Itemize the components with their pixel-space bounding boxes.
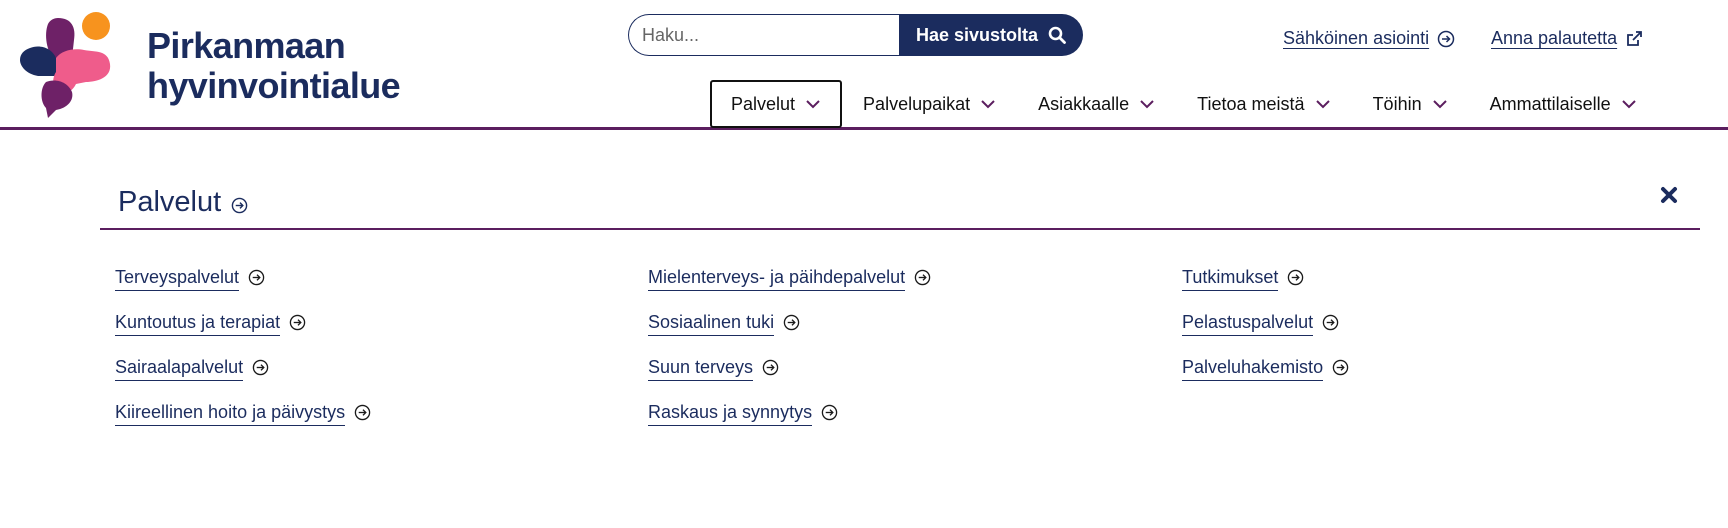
chevron-down-icon — [981, 100, 995, 109]
nav-item-label: Asiakkaalle — [1038, 93, 1130, 114]
link-mielenterveys[interactable]: Mielenterveys- ja päihdepalvelut — [648, 266, 931, 311]
arrow-circle-icon — [1288, 269, 1304, 286]
arrow-circle-icon — [783, 314, 800, 331]
link-suun-terveys[interactable]: Suun terveys — [648, 356, 931, 401]
search-button-label: Hae sivustolta — [915, 24, 1039, 45]
feedback-label: Anna palautetta — [1491, 28, 1618, 48]
search-button[interactable]: Hae sivustolta — [899, 14, 1083, 56]
site-header: Pirkanmaan hyvinvointialue Hae sivustolt… — [0, 0, 1728, 130]
chevron-down-icon — [1140, 100, 1154, 109]
link-kiireellinen-hoito[interactable]: Kiireellinen hoito ja päivystys — [115, 401, 371, 446]
arrow-circle-icon — [914, 269, 931, 286]
link-label: Tutkimukset — [1182, 266, 1279, 291]
link-terveyspalvelut[interactable]: Terveyspalvelut — [115, 266, 371, 311]
chevron-down-icon — [1315, 100, 1330, 109]
nav-item-label: Palvelupaikat — [863, 93, 971, 114]
link-column-1: Terveyspalvelut Kuntoutus ja terapiat Sa… — [115, 266, 371, 446]
link-label: Kuntoutus ja terapiat — [115, 311, 281, 336]
arrow-circle-icon — [289, 314, 306, 331]
link-palveluhakemisto[interactable]: Palveluhakemisto — [1182, 356, 1349, 401]
nav-item-label: Ammattilaiselle — [1489, 93, 1611, 114]
brand-name[interactable]: Pirkanmaan hyvinvointialue — [147, 25, 401, 106]
arrow-circle-icon — [252, 359, 269, 376]
link-label: Pelastuspalvelut — [1182, 311, 1314, 336]
chevron-down-icon — [806, 100, 820, 109]
chevron-down-icon — [1621, 100, 1636, 109]
brand-line-1: Pirkanmaan — [147, 25, 346, 66]
dropdown-title: Palvelut — [118, 186, 222, 218]
link-pelastuspalvelut[interactable]: Pelastuspalvelut — [1182, 311, 1349, 356]
arrow-circle-icon — [1332, 359, 1349, 376]
search-form: Hae sivustolta — [628, 14, 1083, 56]
chevron-down-icon — [1432, 100, 1447, 109]
main-nav: Palvelut Palvelupaikat Asiakkaalle Tieto… — [710, 80, 1658, 128]
arrow-circle-icon — [248, 269, 265, 286]
dropdown-header: Palvelut — [100, 180, 1700, 230]
link-label: Sairaalapalvelut — [115, 356, 244, 381]
search-input[interactable] — [628, 14, 899, 56]
nav-item-label: Töihin — [1372, 93, 1422, 114]
link-label: Raskaus ja synnytys — [648, 401, 813, 426]
arrow-circle-icon — [1437, 30, 1455, 47]
link-label: Kiireellinen hoito ja päivystys — [115, 401, 346, 426]
link-column-2: Mielenterveys- ja päihdepalvelut Sosiaal… — [648, 266, 931, 446]
feedback-link[interactable]: Anna palautetta — [1491, 28, 1643, 49]
link-label: Mielenterveys- ja päihdepalvelut — [648, 266, 906, 291]
link-sosiaalinen-tuki[interactable]: Sosiaalinen tuki — [648, 311, 931, 356]
search-icon — [1048, 26, 1066, 44]
link-sairaalapalvelut[interactable]: Sairaalapalvelut — [115, 356, 371, 401]
nav-item-toihin[interactable]: Töihin — [1352, 80, 1469, 128]
e-services-link[interactable]: Sähköinen asiointi — [1283, 28, 1455, 49]
link-kuntoutus-ja-terapiat[interactable]: Kuntoutus ja terapiat — [115, 311, 371, 356]
nav-item-label: Palvelut — [731, 93, 796, 114]
nav-item-tietoa-meista[interactable]: Tietoa meistä — [1176, 80, 1351, 128]
link-label: Palveluhakemisto — [1182, 356, 1324, 381]
nav-item-asiakkaalle[interactable]: Asiakkaalle — [1017, 80, 1176, 128]
link-tutkimukset[interactable]: Tutkimukset — [1182, 266, 1349, 311]
nav-item-ammattilaiselle[interactable]: Ammattilaiselle — [1469, 80, 1658, 128]
brand-logo-icon[interactable] — [16, 12, 116, 120]
arrow-circle-icon — [762, 359, 779, 376]
link-label: Suun terveys — [648, 356, 754, 381]
nav-item-palvelut[interactable]: Palvelut — [710, 80, 843, 128]
link-label: Sosiaalinen tuki — [648, 311, 775, 336]
arrow-circle-icon — [1322, 314, 1339, 331]
nav-item-label: Tietoa meistä — [1197, 93, 1305, 114]
dropdown-title-link[interactable]: Palvelut — [118, 186, 248, 219]
brand-line-2: hyvinvointialue — [147, 65, 401, 106]
arrow-circle-icon — [354, 404, 371, 421]
close-icon[interactable] — [1660, 186, 1678, 204]
nav-item-palvelupaikat[interactable]: Palvelupaikat — [842, 80, 1017, 128]
arrow-circle-icon — [231, 197, 248, 214]
link-raskaus-ja-synnytys[interactable]: Raskaus ja synnytys — [648, 401, 931, 446]
link-column-3: Tutkimukset Pelastuspalvelut Palveluhake… — [1182, 266, 1349, 401]
services-dropdown-panel: Palvelut Terveyspalvelut Kuntoutus ja te… — [100, 180, 1700, 426]
external-link-icon — [1627, 30, 1643, 46]
link-label: Terveyspalvelut — [115, 266, 240, 291]
e-services-label: Sähköinen asiointi — [1283, 28, 1430, 48]
arrow-circle-icon — [821, 404, 838, 421]
